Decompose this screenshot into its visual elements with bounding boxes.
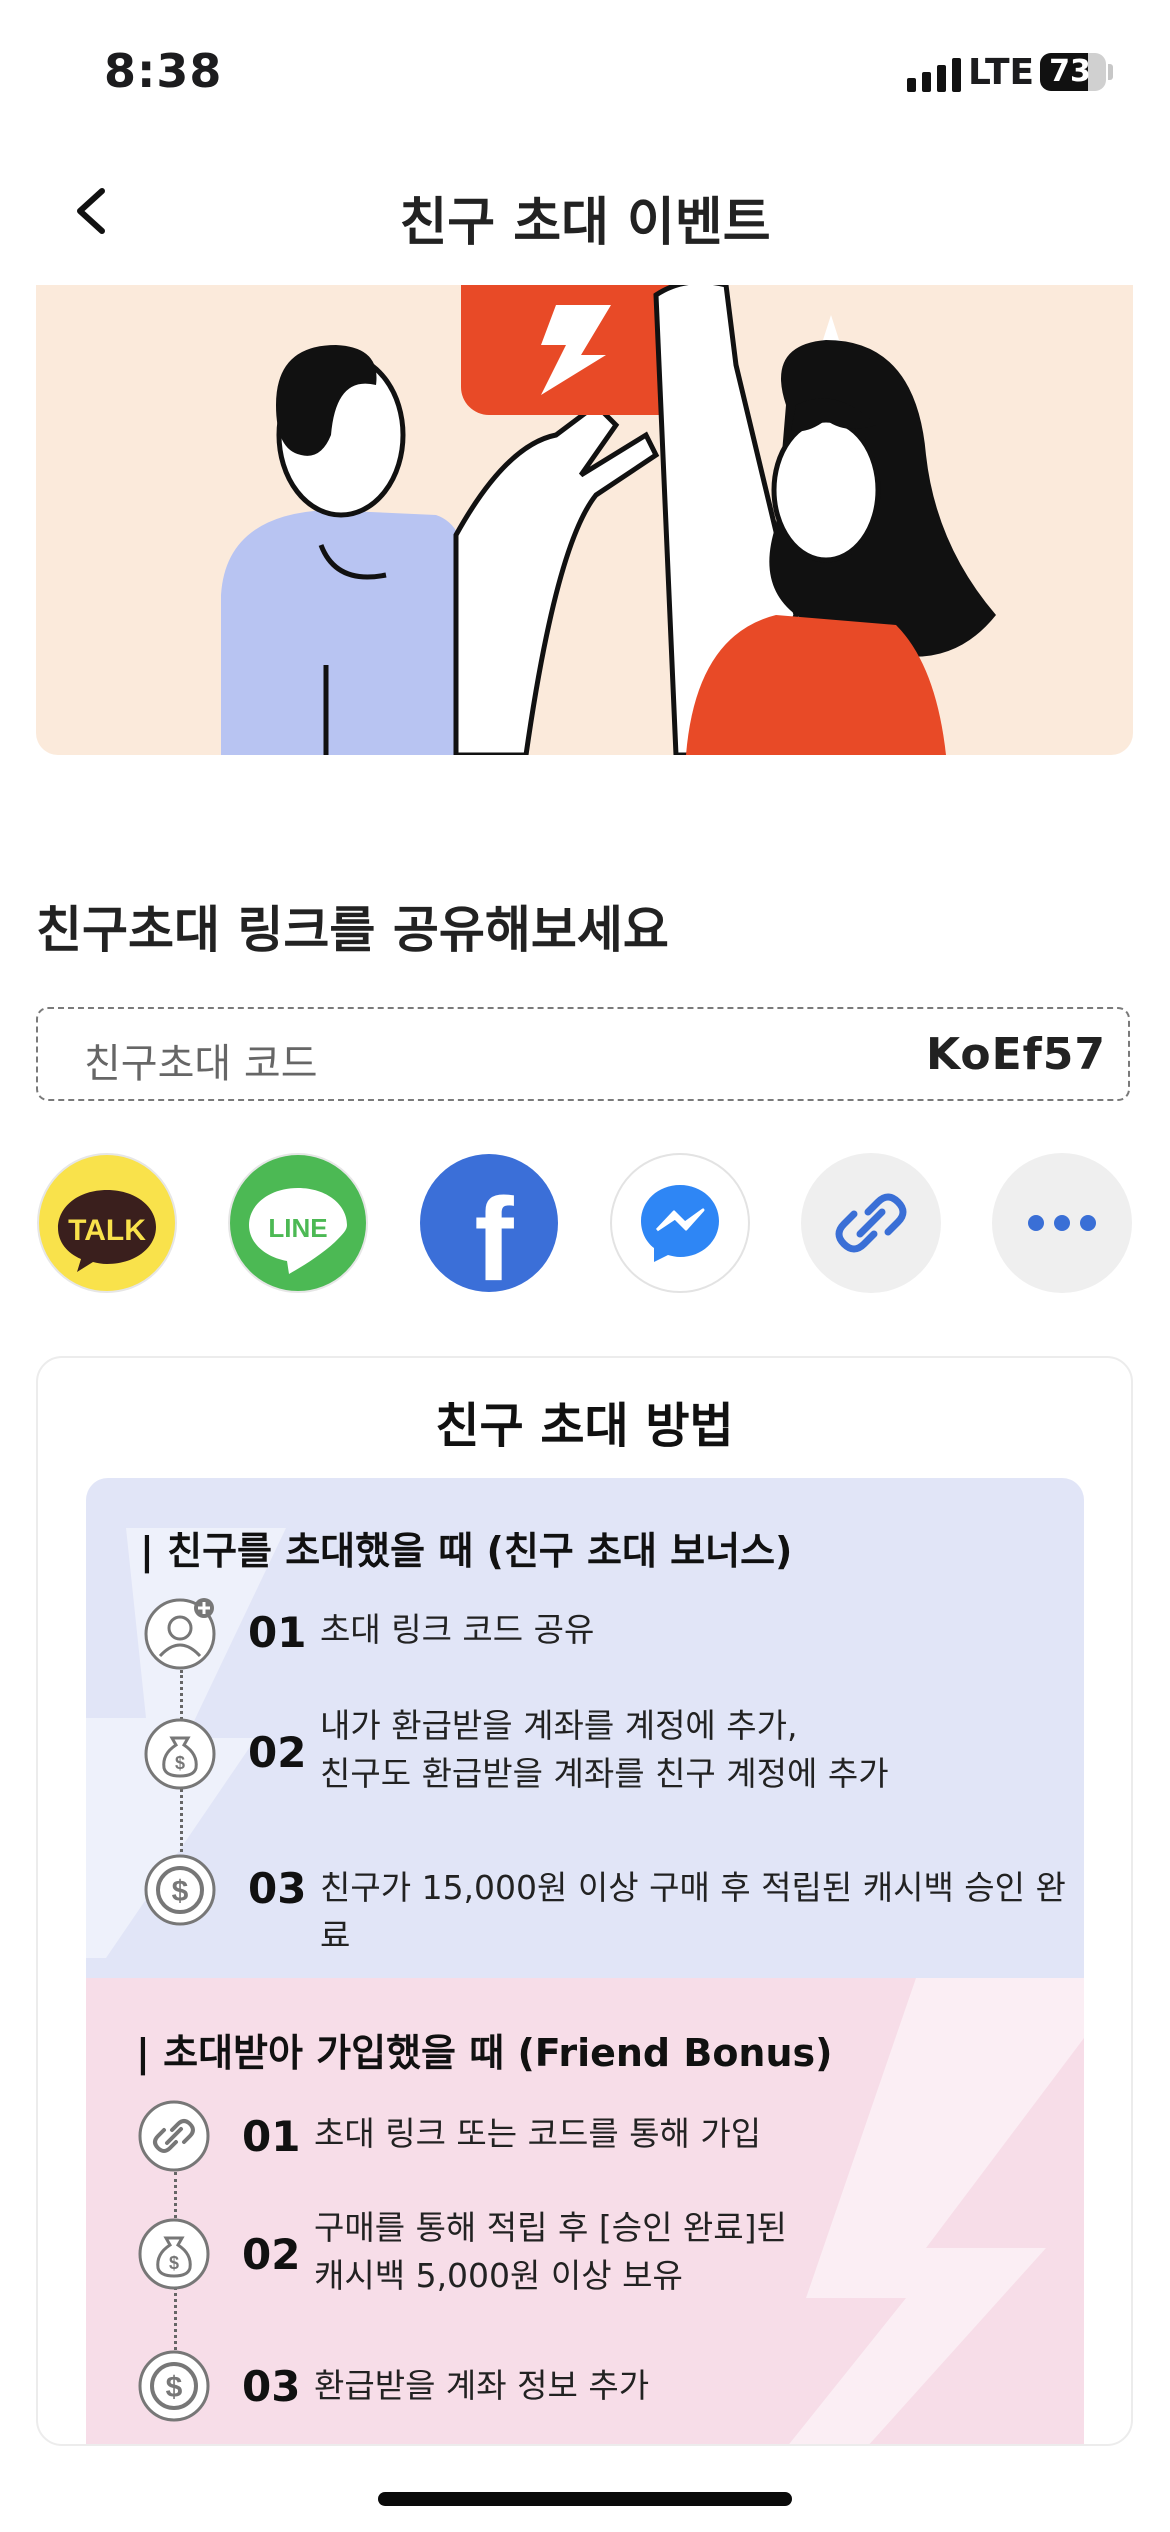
status-bar: 8:38 LTE 73 (0, 0, 1170, 150)
step-number: 01 (248, 1608, 307, 1657)
kakaotalk-share-button[interactable]: TALK (36, 1152, 178, 1294)
invite-code-box[interactable]: 친구초대 코드 KoEf57 (36, 1007, 1130, 1101)
facebook-share-button[interactable]: f (418, 1152, 560, 1294)
inviter-heading: | 친구를 초대했을 때 (친구 초대 보너스) (140, 1529, 793, 1573)
svg-text:LINE: LINE (268, 1213, 327, 1243)
messenger-icon (610, 1153, 750, 1293)
step-text: 구매를 통해 적립 후 [승인 완료]된 캐시백 5,000원 이상 보유 (314, 2208, 787, 2295)
step-number: 01 (242, 2112, 301, 2161)
guide-title: 친구 초대 방법 (435, 1398, 734, 1454)
dollar-coin-icon: $ (138, 2350, 210, 2422)
step-text: 친구가 15,000원 이상 구매 후 적립된 캐시백 승인 완료 (320, 1868, 1066, 1955)
facebook-icon: f (420, 1154, 558, 1294)
friends-illustration (221, 285, 996, 755)
cellular-signal-icon (907, 56, 961, 92)
invite-guide-card: 친구 초대 방법 | 친구를 초대했을 때 (친구 초대 보너스) 01 초대 … (36, 1356, 1133, 2446)
step-text: 초대 링크 또는 코드를 통해 가입 (314, 2114, 762, 2153)
step-text: 내가 환급받을 계좌를 계정에 추가, 친구도 환급받을 계좌를 친구 계정에 … (320, 1706, 889, 1793)
user-add-icon (144, 1598, 216, 1670)
network-type: LTE (968, 52, 1035, 93)
svg-text:$: $ (172, 1875, 189, 1908)
battery-tip (1108, 64, 1113, 80)
dollar-coin-icon: $ (144, 1854, 216, 1926)
money-bag-icon: $ (144, 1718, 216, 1790)
step-number: 03 (242, 2362, 301, 2411)
step-number: 02 (248, 1728, 307, 1777)
messenger-share-button[interactable] (609, 1152, 751, 1294)
event-banner (36, 285, 1133, 755)
more-icon (992, 1153, 1132, 1293)
svg-text:$: $ (169, 2253, 179, 2273)
status-time: 8:38 (104, 44, 223, 98)
invite-code-value[interactable]: KoEf57 (926, 1029, 1106, 1080)
line-share-button[interactable]: LINE (227, 1152, 369, 1294)
copy-link-button[interactable] (800, 1152, 942, 1294)
battery-percent: 73 (1049, 54, 1091, 89)
svg-text:$: $ (166, 2371, 183, 2404)
page-title: 친구 초대 이벤트 (399, 193, 771, 253)
step-text: 초대 링크 코드 공유 (320, 1610, 595, 1649)
inviter-panel: | 친구를 초대했을 때 (친구 초대 보너스) 01 초대 링크 코드 공유 … (86, 1478, 1084, 1978)
svg-text:f: f (474, 1174, 514, 1294)
step-number: 02 (242, 2230, 301, 2279)
kakaotalk-icon: TALK (37, 1153, 177, 1293)
invite-code-label: 친구초대 코드 (84, 1041, 318, 1087)
home-indicator[interactable] (378, 2492, 792, 2506)
money-bag-icon: $ (138, 2218, 210, 2290)
invitee-panel: | 초대받아 가입했을 때 (Friend Bonus) 01 초대 링크 또는… (86, 1978, 1084, 2444)
battery-icon: 73 (1040, 53, 1106, 91)
invitee-heading: | 초대받아 가입했을 때 (Friend Bonus) (136, 2031, 833, 2075)
link-icon (801, 1153, 941, 1293)
share-heading: 친구초대 링크를 공유해보세요 (36, 901, 669, 959)
step-number: 03 (248, 1864, 307, 1913)
step-text: 환급받을 계좌 정보 추가 (314, 2366, 650, 2405)
svg-text:$: $ (175, 1753, 185, 1773)
more-share-button[interactable] (991, 1152, 1133, 1294)
svg-text:TALK: TALK (68, 1214, 146, 1247)
link-icon (138, 2100, 210, 2172)
line-icon: LINE (228, 1153, 368, 1293)
